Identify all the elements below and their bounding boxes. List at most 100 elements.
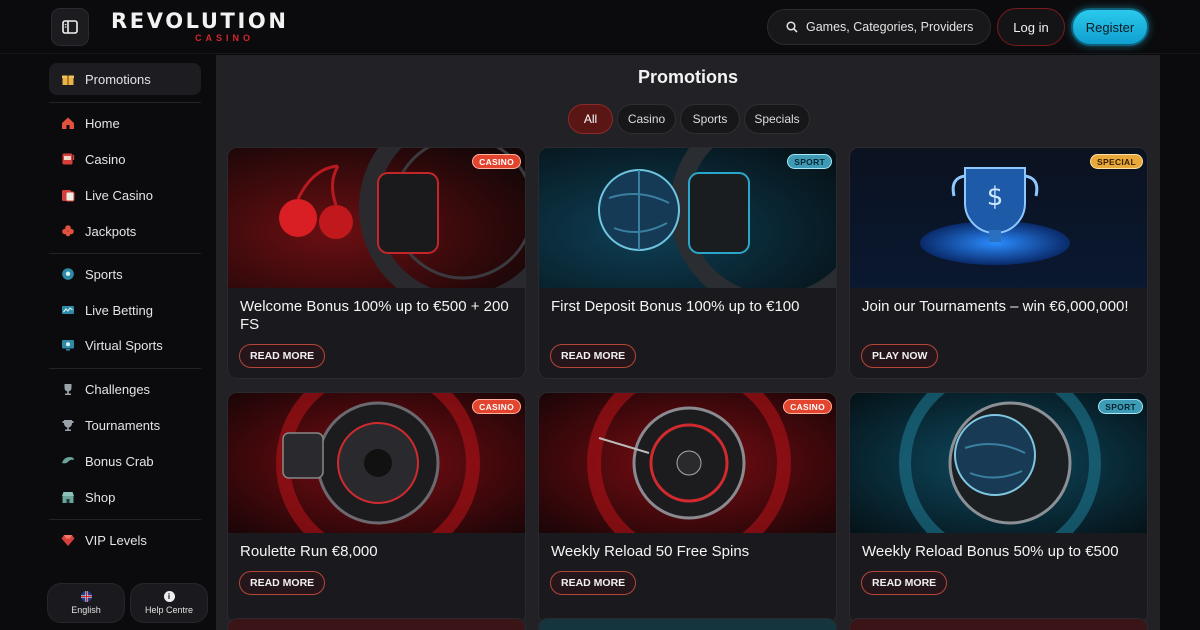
top-header: REVOLUTION CASINO Games, Categories, Pro… bbox=[0, 0, 1200, 54]
category-badge: SPORT bbox=[1098, 399, 1143, 414]
promo-card[interactable]: $ SPECIAL Join our Tournaments – win €6,… bbox=[849, 147, 1148, 379]
sidebar: Promotions Home Casino Live Casino Jackp… bbox=[40, 55, 215, 630]
login-button[interactable]: Log in bbox=[997, 8, 1065, 46]
sidebar-toggle-icon bbox=[62, 20, 78, 34]
promotions-main: Promotions All Casino Sports Specials CA… bbox=[216, 55, 1160, 630]
sidebar-item-label: Live Casino bbox=[85, 187, 153, 203]
gift-icon bbox=[61, 72, 75, 86]
help-centre-button[interactable]: i Help Centre bbox=[130, 583, 208, 623]
search-input[interactable]: Games, Categories, Providers bbox=[767, 9, 991, 45]
category-badge: CASINO bbox=[472, 154, 521, 169]
sidebar-item-live-casino[interactable]: Live Casino bbox=[49, 179, 201, 211]
sidebar-divider bbox=[49, 253, 201, 254]
sidebar-divider bbox=[49, 102, 201, 103]
promo-card[interactable]: CASINO Welcome Bonus 100% up to €500 + 2… bbox=[227, 147, 526, 379]
sidebar-item-label: Sports bbox=[85, 266, 123, 282]
sidebar-item-label: Live Betting bbox=[85, 302, 153, 318]
promo-card-image: $ SPECIAL bbox=[850, 148, 1147, 288]
sidebar-item-label: Casino bbox=[85, 151, 126, 167]
slot-machine-icon bbox=[61, 152, 75, 166]
filter-tab-specials[interactable]: Specials bbox=[744, 104, 810, 134]
register-button[interactable]: Register bbox=[1071, 8, 1149, 46]
promo-card-partial[interactable] bbox=[227, 618, 526, 630]
sidebar-item-promotions[interactable]: Promotions bbox=[49, 63, 201, 95]
filter-tab-all[interactable]: All bbox=[568, 104, 613, 134]
promo-card-image: CASINO bbox=[539, 393, 836, 533]
category-badge: CASINO bbox=[783, 399, 832, 414]
search-placeholder: Games, Categories, Providers bbox=[806, 20, 974, 34]
live-screen-icon bbox=[61, 303, 75, 317]
sidebar-item-virtual-sports[interactable]: Virtual Sports bbox=[49, 329, 201, 361]
promo-card-image: SPORT bbox=[850, 393, 1147, 533]
sidebar-item-shop[interactable]: Shop bbox=[49, 481, 201, 513]
sidebar-item-label: VIP Levels bbox=[85, 532, 147, 548]
uk-flag-icon bbox=[80, 591, 92, 602]
shop-icon bbox=[61, 490, 75, 504]
sidebar-item-label: Jackpots bbox=[85, 223, 137, 239]
sidebar-divider bbox=[49, 519, 201, 520]
svg-text:$: $ bbox=[987, 182, 1004, 212]
promo-card[interactable]: SPORT Weekly Reload Bonus 50% up to €500… bbox=[849, 392, 1148, 624]
monitor-icon bbox=[61, 338, 75, 352]
sidebar-item-bonus-crab[interactable]: Bonus Crab bbox=[49, 445, 201, 477]
search-icon bbox=[786, 21, 798, 33]
cup-icon bbox=[61, 418, 75, 432]
read-more-button[interactable]: READ MORE bbox=[550, 344, 637, 368]
promo-card-title: First Deposit Bonus 100% up to €100 bbox=[551, 298, 800, 315]
info-icon: i bbox=[163, 591, 175, 602]
sidebar-item-label: Shop bbox=[85, 489, 116, 505]
live-dealer-icon bbox=[61, 188, 75, 202]
promotion-filter-tabs: All Casino Sports Specials bbox=[568, 104, 810, 134]
sidebar-item-label: Bonus Crab bbox=[85, 453, 154, 469]
sidebar-item-label: Virtual Sports bbox=[85, 337, 163, 353]
sidebar-item-tournaments[interactable]: Tournaments bbox=[49, 409, 201, 441]
filter-tab-casino[interactable]: Casino bbox=[617, 104, 676, 134]
read-more-button[interactable]: READ MORE bbox=[239, 344, 326, 368]
language-label: English bbox=[71, 605, 101, 615]
diamond-icon bbox=[61, 533, 75, 547]
play-now-button[interactable]: PLAY NOW bbox=[861, 344, 939, 368]
sidebar-item-casino[interactable]: Casino bbox=[49, 143, 201, 175]
promo-card-title: Roulette Run €8,000 bbox=[240, 543, 378, 560]
sidebar-item-jackpots[interactable]: Jackpots bbox=[49, 215, 201, 247]
crab-claw-icon bbox=[61, 454, 75, 468]
sidebar-item-label: Tournaments bbox=[85, 417, 161, 433]
category-badge: CASINO bbox=[472, 399, 521, 414]
sidebar-item-vip-levels[interactable]: VIP Levels bbox=[49, 524, 201, 556]
promo-card-partial[interactable] bbox=[538, 618, 837, 630]
soccer-ball-icon bbox=[61, 267, 75, 281]
promo-card[interactable]: CASINO Weekly Reload 50 Free Spins READ … bbox=[538, 392, 837, 624]
read-more-button[interactable]: READ MORE bbox=[239, 571, 326, 595]
sidebar-item-live-betting[interactable]: Live Betting bbox=[49, 294, 201, 326]
filter-tab-sports[interactable]: Sports bbox=[680, 104, 740, 134]
sidebar-item-label: Promotions bbox=[85, 71, 151, 87]
logo-subtitle: CASINO bbox=[195, 33, 255, 43]
logo-wordmark: REVOLUTION bbox=[111, 9, 289, 33]
sidebar-item-sports[interactable]: Sports bbox=[49, 258, 201, 290]
promo-card-image: CASINO bbox=[228, 148, 525, 288]
category-badge: SPORT bbox=[787, 154, 832, 169]
promo-card-title: Weekly Reload Bonus 50% up to €500 bbox=[862, 543, 1119, 560]
sidebar-item-challenges[interactable]: Challenges bbox=[49, 373, 201, 405]
help-centre-label: Help Centre bbox=[144, 605, 194, 615]
promo-card-title: Welcome Bonus 100% up to €500 + 200 FS bbox=[240, 298, 509, 333]
language-selector-button[interactable]: English bbox=[47, 583, 125, 623]
read-more-button[interactable]: READ MORE bbox=[861, 571, 948, 595]
sidebar-item-label: Challenges bbox=[85, 381, 151, 397]
promo-card[interactable]: CASINO Roulette Run €8,000 READ MORE bbox=[227, 392, 526, 624]
sidebar-divider bbox=[49, 368, 201, 369]
sidebar-item-label: Home bbox=[85, 115, 120, 131]
clover-icon bbox=[61, 224, 75, 238]
sidebar-item-home[interactable]: Home bbox=[49, 107, 201, 139]
category-badge: SPECIAL bbox=[1090, 154, 1143, 169]
sidebar-toggle-button[interactable] bbox=[51, 8, 89, 46]
promo-card-partial[interactable] bbox=[849, 618, 1148, 630]
page-title: Promotions bbox=[637, 67, 738, 87]
promo-card-title: Weekly Reload 50 Free Spins bbox=[551, 543, 750, 560]
revolution-casino-logo[interactable]: REVOLUTION CASINO bbox=[111, 9, 289, 45]
read-more-button[interactable]: READ MORE bbox=[550, 571, 637, 595]
promo-card-image: SPORT bbox=[539, 148, 836, 288]
home-icon bbox=[61, 116, 75, 130]
promo-card[interactable]: SPORT First Deposit Bonus 100% up to €10… bbox=[538, 147, 837, 379]
trophy-icon bbox=[61, 382, 75, 396]
